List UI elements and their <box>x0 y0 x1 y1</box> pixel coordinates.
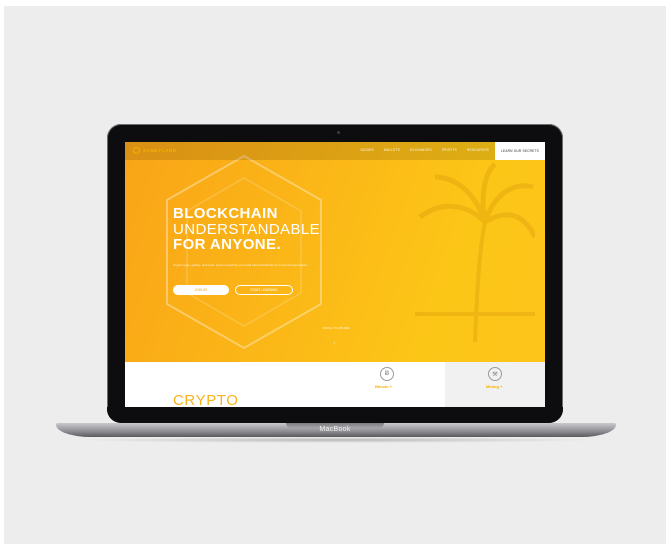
arrow-down-icon[interactable]: ↓ <box>333 340 336 346</box>
camera-icon <box>337 131 340 134</box>
device-brand-label: MacBook <box>319 426 351 433</box>
nav-exchanges[interactable]: EXCHANGES <box>410 148 432 152</box>
bitcoin-icon: Ƀ <box>380 367 394 381</box>
hero-title: BLOCKCHAIN UNDERSTANDABLE FOR ANYONE. <box>173 206 320 253</box>
hero-title-line1: BLOCKCHAIN <box>173 205 278 222</box>
nav-resources[interactable]: RESOURCES <box>467 148 489 152</box>
laptop-screen: BLOCKCHAIN UNDERSTANDABLE FOR ANYONE. Cr… <box>125 142 545 407</box>
feature-bitcoin-link[interactable]: Bitcoin + <box>375 384 392 389</box>
logo-icon <box>133 147 140 154</box>
laptop-shadow <box>74 437 598 443</box>
crypto-section: CRYPTO Ƀ Bitcoin + ⚒ Mining + <box>125 362 545 407</box>
learn-secrets-button[interactable]: LEARN OUR SECRETS <box>495 142 545 160</box>
hero-subtitle: Crypto news, guides, and tools. Learn ev… <box>173 263 308 267</box>
join-us-button[interactable]: JOIN US <box>173 285 229 295</box>
nav-wallets[interactable]: WALLETS <box>384 148 400 152</box>
logo-text: SANDYLAND <box>143 148 177 153</box>
laptop-bezel-bottom <box>107 407 563 423</box>
mining-icon: ⚒ <box>488 367 502 381</box>
palm-tree-icon <box>415 162 535 342</box>
feature-mining-link[interactable]: Mining + <box>486 384 502 389</box>
hero-title-line2: UNDERSTANDABLE <box>173 220 321 238</box>
nav-links: GUIDES WALLETS EXCHANGES PROFITS RESOURC… <box>360 148 489 152</box>
nav-guides[interactable]: GUIDES <box>360 148 373 152</box>
scroll-hint: SCROLL TO EXPLORE <box>322 327 350 330</box>
site-navbar: SANDYLAND GUIDES WALLETS EXCHANGES PROFI… <box>125 142 545 160</box>
start-learning-button[interactable]: START LEARNING <box>235 285 293 295</box>
site-logo[interactable]: SANDYLAND <box>133 147 177 154</box>
nav-profits[interactable]: PROFITS <box>442 148 457 152</box>
hero-section: BLOCKCHAIN UNDERSTANDABLE FOR ANYONE. Cr… <box>125 142 545 362</box>
crypto-heading: CRYPTO <box>173 392 239 407</box>
hero-title-line3: FOR ANYONE. <box>173 236 282 253</box>
